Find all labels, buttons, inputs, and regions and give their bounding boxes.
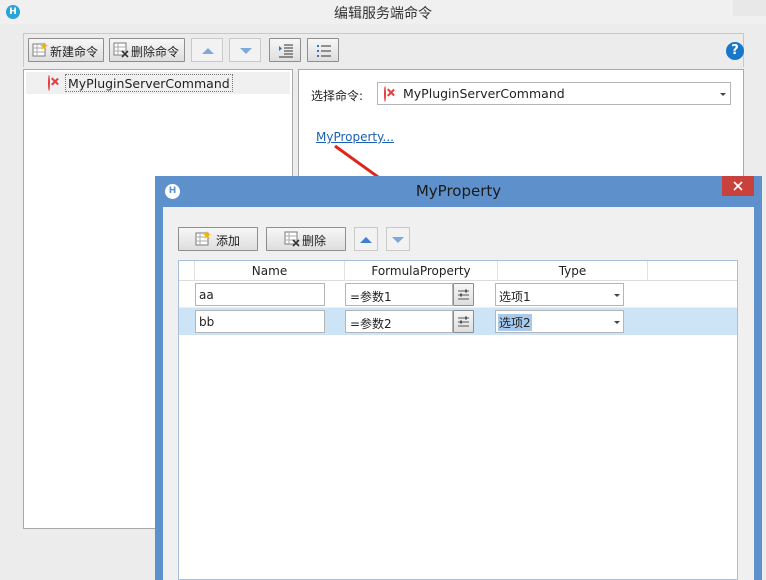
main-title-bar: H 编辑服务端命令 bbox=[0, 0, 766, 24]
formula-editor-icon bbox=[458, 316, 469, 327]
formula-edit-button[interactable] bbox=[453, 283, 474, 306]
grid-header: Name FormulaProperty Type bbox=[179, 261, 737, 281]
outdent-icon bbox=[317, 45, 331, 57]
formula-edit-button[interactable] bbox=[453, 310, 474, 333]
property-grid: Name FormulaProperty Type aa =参数1 选项1 bb… bbox=[178, 260, 738, 580]
chevron-down-icon bbox=[614, 321, 620, 324]
dialog-title: MyProperty bbox=[415, 182, 502, 200]
delete-label: 删除 bbox=[302, 234, 327, 248]
type-select[interactable]: 选项2 bbox=[495, 310, 624, 333]
row-up-button[interactable] bbox=[354, 227, 378, 251]
select-command-dropdown[interactable]: MyPluginServerCommand bbox=[377, 82, 731, 105]
arrow-down-icon bbox=[240, 48, 252, 54]
tree-item-row[interactable]: MyPluginServerCommand bbox=[26, 72, 290, 94]
indent-button[interactable] bbox=[269, 38, 301, 62]
add-button[interactable]: 添加 bbox=[178, 227, 258, 251]
close-icon bbox=[733, 181, 743, 191]
chevron-down-icon bbox=[614, 294, 620, 297]
dialog-close-button[interactable] bbox=[722, 176, 754, 196]
delete-command-label: 删除命令 bbox=[131, 45, 180, 59]
table-row-selected[interactable]: bb =参数2 选项2 bbox=[179, 308, 737, 335]
formula-value: =参数2 bbox=[350, 317, 392, 331]
new-command-button[interactable]: 新建命令 bbox=[28, 38, 104, 62]
formula-value: =参数1 bbox=[350, 290, 392, 304]
chevron-down-icon bbox=[720, 93, 726, 96]
dialog-body: 添加 删除 Name FormulaProperty Type aa =参数1 … bbox=[163, 207, 754, 580]
table-row[interactable]: aa =参数1 选项1 bbox=[179, 281, 737, 308]
new-command-icon bbox=[32, 42, 48, 57]
arrow-up-icon bbox=[360, 237, 372, 243]
column-header-type[interactable]: Type bbox=[498, 261, 648, 281]
property-dialog: H MyProperty 添加 删除 Name FormulaProperty … bbox=[155, 176, 762, 580]
add-label: 添加 bbox=[216, 234, 241, 248]
name-value: aa bbox=[199, 288, 214, 302]
delete-command-icon bbox=[113, 42, 129, 58]
main-close-button[interactable] bbox=[733, 0, 766, 16]
error-icon bbox=[48, 75, 50, 91]
new-command-label: 新建命令 bbox=[50, 45, 99, 59]
delete-icon bbox=[284, 231, 300, 247]
formula-editor-icon bbox=[458, 289, 469, 300]
formula-input[interactable]: =参数1 bbox=[345, 283, 453, 306]
add-icon bbox=[195, 231, 211, 246]
type-value: 选项2 bbox=[498, 314, 532, 331]
arrow-up-icon bbox=[202, 48, 214, 54]
help-icon[interactable]: ? bbox=[726, 42, 744, 60]
main-window-title: 编辑服务端命令 bbox=[334, 6, 432, 22]
column-header-formula[interactable]: FormulaProperty bbox=[345, 261, 498, 281]
header-row-selector bbox=[179, 261, 195, 281]
name-value: bb bbox=[199, 315, 215, 329]
property-link[interactable]: MyProperty... bbox=[316, 130, 394, 144]
delete-row-button[interactable]: 删除 bbox=[266, 227, 346, 251]
row-down-button[interactable] bbox=[386, 227, 410, 251]
indent-icon bbox=[279, 44, 293, 58]
delete-command-button[interactable]: 删除命令 bbox=[109, 38, 185, 62]
arrow-down-icon bbox=[392, 237, 404, 243]
selected-command-value: MyPluginServerCommand bbox=[403, 86, 565, 101]
name-input[interactable]: aa bbox=[195, 283, 325, 306]
select-command-label: 选择命令: bbox=[311, 89, 364, 103]
move-up-button[interactable] bbox=[191, 38, 223, 62]
outdent-button[interactable] bbox=[307, 38, 339, 62]
formula-input[interactable]: =参数2 bbox=[345, 310, 453, 333]
name-input[interactable]: bb bbox=[195, 310, 325, 333]
column-header-name[interactable]: Name bbox=[195, 261, 345, 281]
tree-item-label: MyPluginServerCommand bbox=[65, 74, 233, 92]
type-select[interactable]: 选项1 bbox=[495, 283, 624, 306]
error-icon bbox=[384, 86, 386, 102]
type-value: 选项1 bbox=[499, 290, 531, 304]
move-down-button[interactable] bbox=[229, 38, 261, 62]
